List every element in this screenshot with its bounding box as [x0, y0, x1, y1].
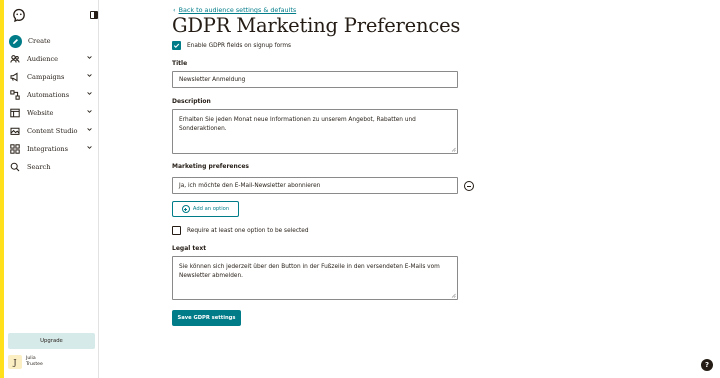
user-org: Trustee [26, 362, 43, 367]
enable-gdpr-label: Enable GDPR fields on signup forms [187, 42, 292, 49]
enable-gdpr-checkbox[interactable] [172, 41, 181, 50]
chevron-down-icon [87, 128, 92, 131]
title-label: Title [172, 60, 188, 67]
avatar: J [8, 355, 22, 369]
chevron-down-icon [87, 146, 92, 149]
description-textarea[interactable]: Erhalten Sie jeden Monat neue Informatio… [172, 109, 458, 154]
sidebar-item-content-studio[interactable]: Content Studio [4, 122, 99, 140]
require-option-checkbox[interactable] [172, 226, 181, 235]
megaphone-icon [10, 72, 20, 82]
chevron-down-icon [87, 56, 92, 59]
sidebar-item-integrations[interactable]: Integrations [4, 140, 99, 158]
marketing-option-input[interactable]: Ja, ich möchte den E-Mail-Newsletter abo… [172, 177, 458, 194]
back-link[interactable]: ‹ Back to audience settings & defaults [173, 6, 296, 14]
sidebar-nav: Create Audience Campaigns Automations We… [4, 30, 99, 176]
sidebar-item-label: Search [27, 163, 51, 171]
legal-text-label: Legal text [172, 245, 207, 252]
sidebar-item-audience[interactable]: Audience [4, 50, 99, 68]
add-option-button[interactable]: Add an option [172, 201, 239, 217]
require-option-label: Require at least one option to be select… [187, 227, 309, 234]
sidebar-item-label: Integrations [27, 145, 69, 153]
plus-circle-icon [181, 205, 190, 213]
resize-handle-icon[interactable] [451, 293, 456, 298]
grid-icon [10, 144, 20, 154]
sidebar-item-automations[interactable]: Automations [4, 86, 99, 104]
chevron-down-icon [87, 74, 92, 77]
sidebar-item-label: Automations [27, 91, 70, 99]
description-text: Erhalten Sie jeden Monat neue Informatio… [179, 117, 416, 132]
chevron-down-icon [87, 92, 92, 95]
pencil-icon [9, 34, 22, 48]
save-gdpr-settings-button[interactable]: Save GDPR settings [172, 310, 241, 326]
remove-option-icon[interactable] [464, 181, 474, 191]
page-title: GDPR Marketing Preferences [172, 14, 461, 37]
sidebar-item-label: Content Studio [27, 127, 78, 135]
collapse-sidebar-button[interactable] [90, 11, 98, 19]
mailchimp-logo-icon[interactable] [12, 8, 26, 23]
sidebar-item-label: Create [28, 37, 51, 45]
help-button[interactable]: ? [701, 359, 713, 371]
sidebar-item-label: Campaigns [27, 73, 65, 81]
search-icon [10, 162, 20, 172]
resize-handle-icon[interactable] [451, 147, 456, 152]
chevron-left-icon: ‹ [173, 6, 176, 14]
title-input[interactable]: Newsletter Anmeldung [172, 71, 458, 88]
website-icon [10, 108, 20, 118]
sidebar-item-search[interactable]: Search [4, 158, 99, 176]
legal-text: Sie können sich jederzeit über den Butto… [179, 264, 440, 279]
sidebar-item-create[interactable]: Create [4, 32, 99, 50]
user-profile[interactable]: J Julia Trustee [8, 355, 43, 369]
upgrade-button[interactable]: Upgrade [8, 333, 95, 349]
marketing-preferences-label: Marketing preferences [172, 163, 249, 170]
chevron-down-icon [87, 110, 92, 113]
content-studio-icon [10, 126, 20, 136]
add-option-label: Add an option [192, 206, 230, 212]
audience-icon [10, 54, 20, 64]
sidebar-item-website[interactable]: Website [4, 104, 99, 122]
require-option-row: Require at least one option to be select… [172, 226, 309, 235]
sidebar-item-label: Website [27, 109, 54, 117]
back-link-label: Back to audience settings & defaults [178, 6, 297, 14]
sidebar-item-campaigns[interactable]: Campaigns [4, 68, 99, 86]
sidebar-item-label: Audience [27, 55, 59, 63]
checkmark-icon [173, 43, 180, 48]
legal-text-textarea[interactable]: Sie können sich jederzeit über den Butto… [172, 256, 458, 300]
automations-icon [10, 90, 20, 100]
description-label: Description [172, 98, 211, 105]
enable-gdpr-row: Enable GDPR fields on signup forms [172, 41, 291, 50]
sidebar: Create Audience Campaigns Automations We… [4, 0, 99, 378]
